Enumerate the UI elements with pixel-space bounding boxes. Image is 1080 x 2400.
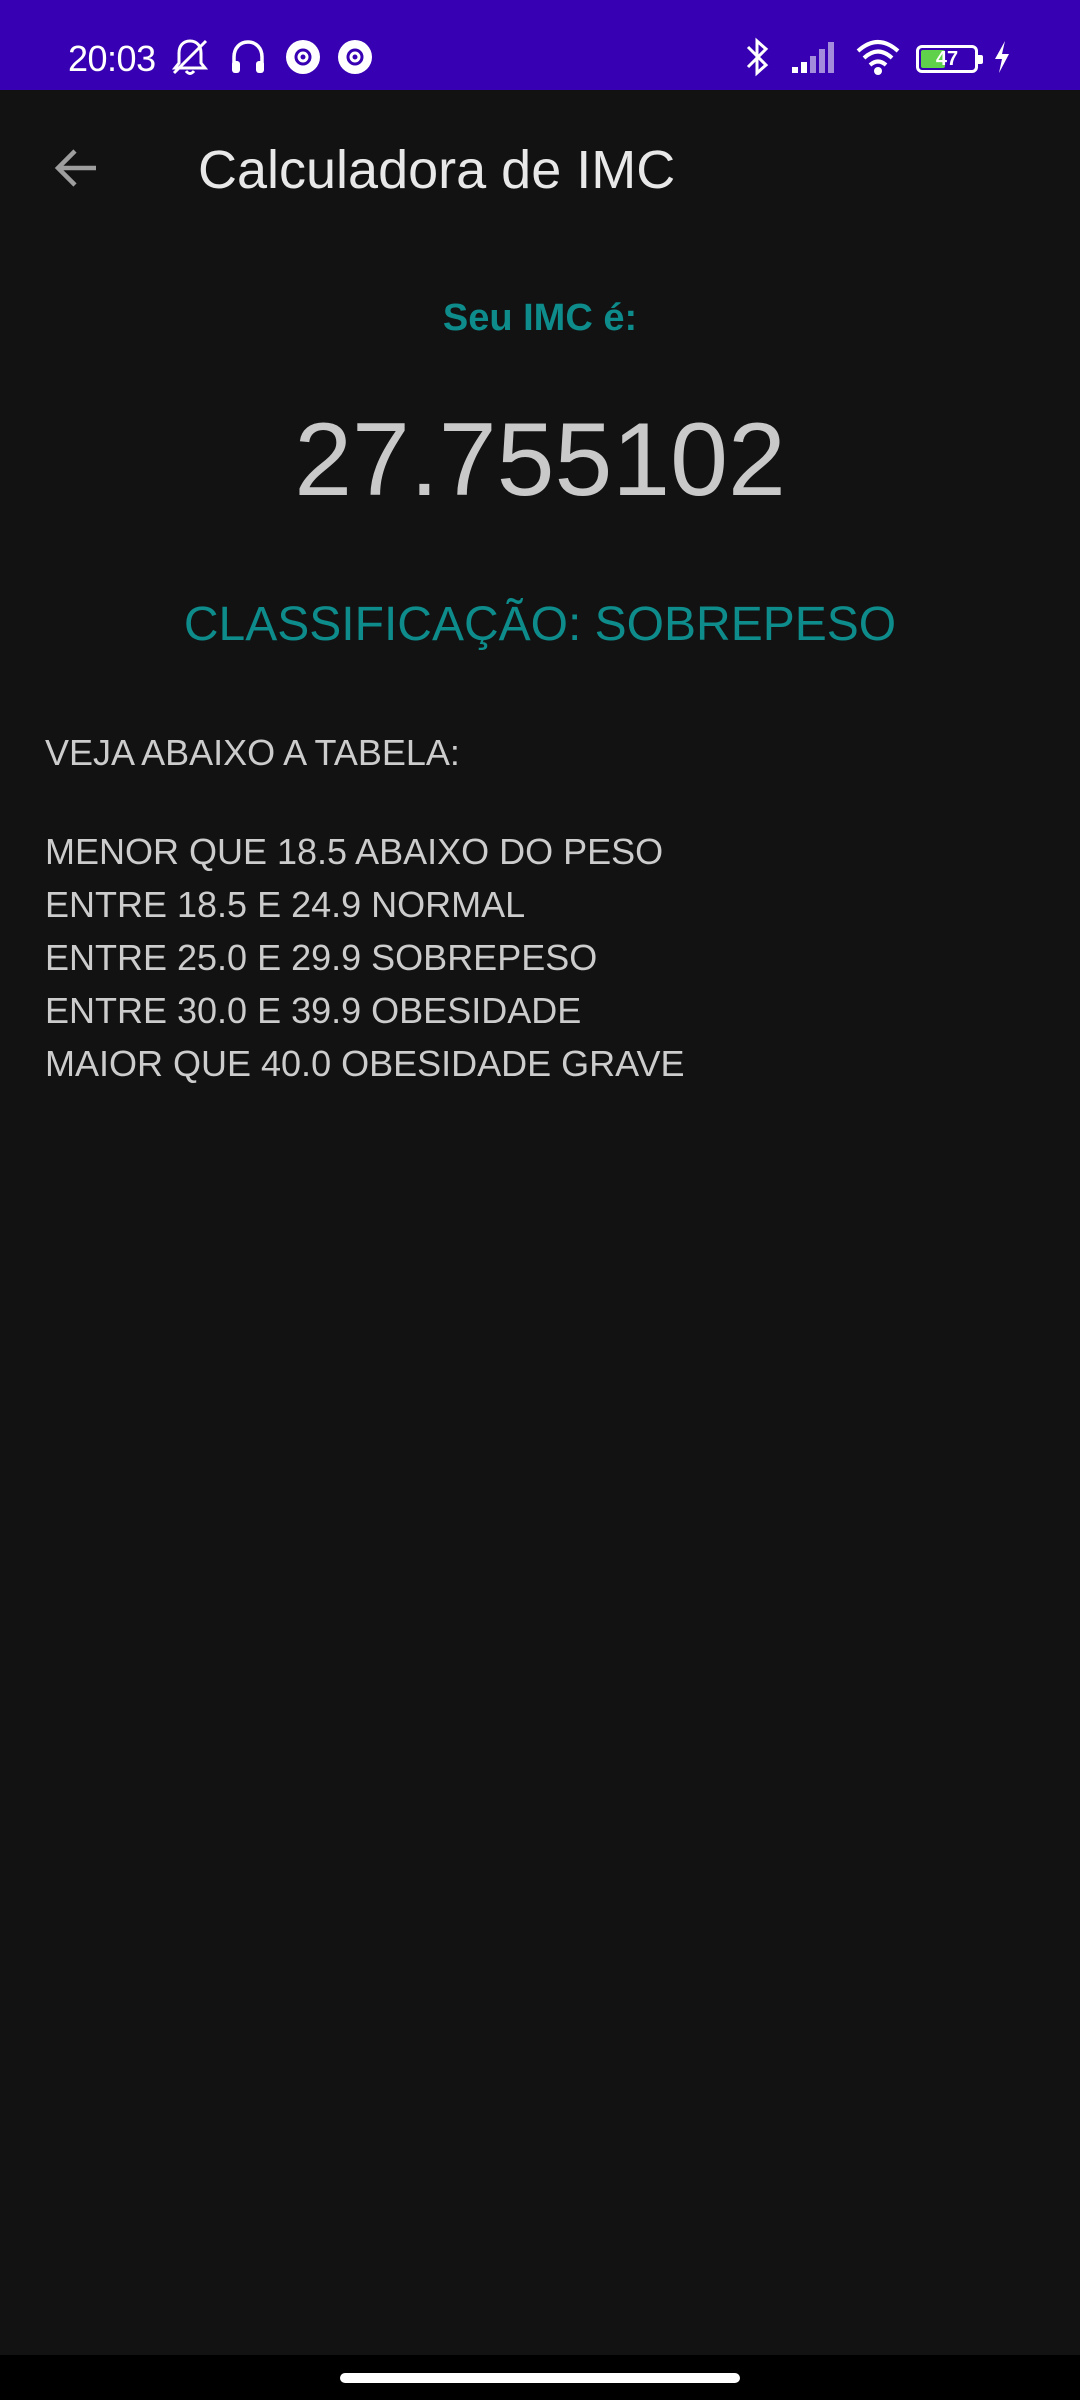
wifi-icon	[854, 35, 902, 84]
status-bar: 20:03 47	[0, 0, 1080, 90]
mute-icon	[168, 35, 212, 84]
imc-label: Seu IMC é:	[442, 297, 638, 339]
headphones-icon	[226, 35, 270, 84]
status-time: 20:03	[68, 38, 156, 79]
imc-value: 27.755102	[294, 402, 786, 518]
reference-row-underweight: MENOR QUE 18.5 ABAIXO DO PESO	[45, 831, 664, 872]
status-left-icons	[168, 34, 374, 84]
reference-row-severe-obesity: MAIOR QUE 40.0 OBESIDADE GRAVE	[45, 1043, 685, 1084]
home-indicator[interactable]	[340, 2373, 740, 2383]
battery-level-text: 47	[935, 48, 959, 70]
imc-classification: CLASSIFICAÇÃO: SOBREPESO	[183, 598, 897, 651]
bluetooth-icon	[740, 35, 776, 84]
app-notification-icon	[284, 38, 322, 81]
reference-row-normal: ENTRE 18.5 E 24.9 NORMAL	[45, 884, 526, 925]
navigation-bar	[0, 2355, 1080, 2400]
reference-table-heading: VEJA ABAIXO A TABELA:	[45, 732, 460, 773]
app-notification-icon	[336, 38, 374, 81]
battery-icon: 47	[916, 45, 983, 73]
reference-row-obesity: ENTRE 30.0 E 39.9 OBESIDADE	[45, 990, 582, 1031]
arrow-back-icon	[50, 142, 102, 199]
app-bar: Calculadora de IMC	[0, 90, 1080, 250]
reference-row-overweight: ENTRE 25.0 E 29.9 SOBREPESO	[45, 937, 598, 978]
back-button[interactable]	[36, 130, 116, 210]
signal-icon	[790, 35, 840, 84]
reference-table: MENOR QUE 18.5 ABAIXO DO PESO ENTRE 18.5…	[45, 825, 685, 1090]
page-title: Calculadora de IMC	[198, 140, 676, 200]
charging-icon	[992, 37, 1012, 82]
status-right-icons: 47	[740, 34, 1012, 84]
